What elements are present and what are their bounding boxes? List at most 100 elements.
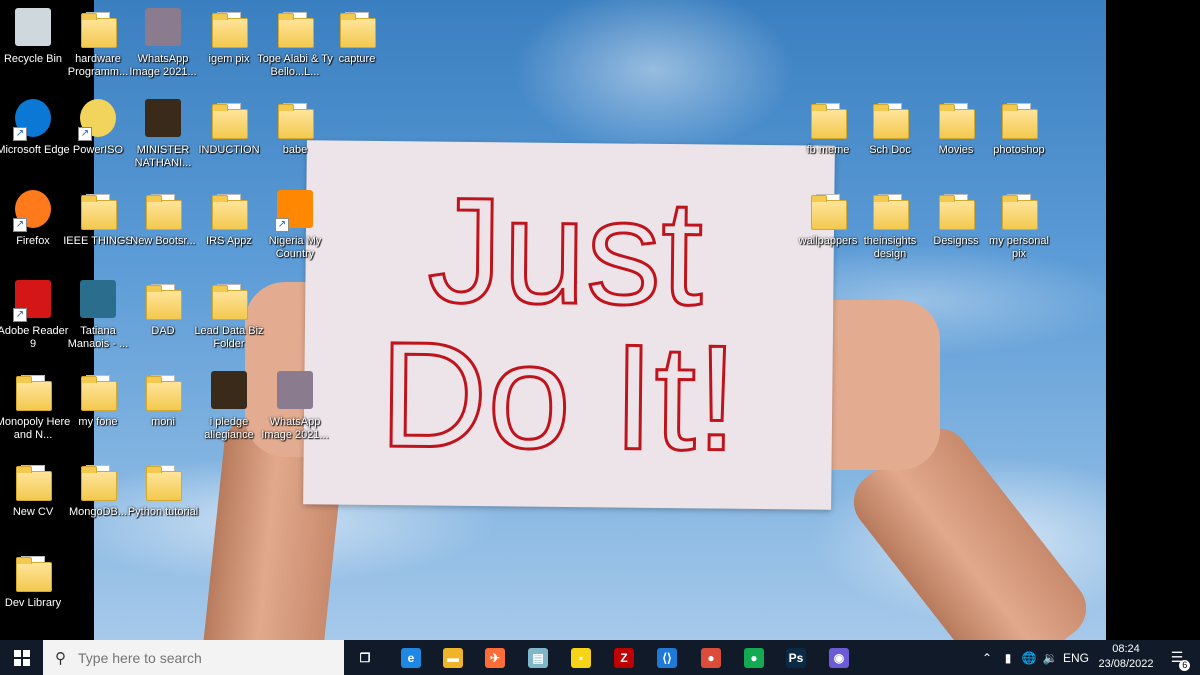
taskbar-app-notepad[interactable]: ▤ <box>517 640 559 675</box>
desktop-icon[interactable]: igem pix <box>191 6 267 66</box>
folder-icon <box>141 459 185 503</box>
taskbar-app-vscode[interactable]: ⟨⟩ <box>646 640 688 675</box>
taskbar-app-postman[interactable]: ✈ <box>474 640 516 675</box>
desktop-icon-label: babe <box>282 144 308 156</box>
app-circle-icon: ◉ <box>829 647 849 668</box>
desktop-icon[interactable]: photoshop <box>981 97 1057 157</box>
shortcut-arrow-icon: ↗ <box>13 218 27 232</box>
taskbar: ⚲ ❐ e ▬ ✈ ▤ ▪ Z ⟨⟩ ● ● Ps ◉ ⌃ ▮ 🌐 🔉 ENG 08:24 23/08… <box>0 640 1200 675</box>
filezilla-icon: Z <box>614 647 634 668</box>
folder-icon <box>273 97 317 141</box>
folder-icon <box>335 6 379 50</box>
video-file-icon <box>141 97 185 141</box>
recycle-bin-icon <box>11 6 55 50</box>
windows-logo-icon <box>13 649 30 666</box>
folder-icon <box>934 188 978 232</box>
desktop-icon[interactable]: ↗ Nigeria My Country <box>257 188 333 261</box>
desktop-icon[interactable]: DAD <box>125 278 201 338</box>
desktop-icon-label: Nigeria My Country <box>268 235 322 260</box>
folder-icon <box>868 97 912 141</box>
desktop-icon-label: WhatsApp Image 2021... <box>261 416 329 441</box>
taskbar-app-sticky-notes[interactable]: ▪ <box>560 640 602 675</box>
folder-icon <box>207 6 251 50</box>
image-file-icon <box>141 6 185 50</box>
desktop-icon-label: Dev Library <box>4 597 62 609</box>
folder-icon <box>207 188 251 232</box>
taskbar-app-photoshop[interactable]: Ps <box>775 640 817 675</box>
poweriso-icon: ↗ <box>76 97 120 141</box>
desktop-icon[interactable]: capture <box>319 6 395 66</box>
folder-icon <box>997 97 1041 141</box>
desktop-icon[interactable]: WhatsApp Image 2021... <box>257 369 333 442</box>
desktop-icon-label: moni <box>151 416 175 428</box>
desktop-icon[interactable]: Lead Data Biz Folder <box>191 278 267 351</box>
desktop-icon[interactable]: Dev Library <box>0 550 71 610</box>
firefox-icon: ↗ <box>11 188 55 232</box>
folder-icon <box>934 97 978 141</box>
action-center-button[interactable]: ☰ 6 <box>1162 640 1192 675</box>
desktop: Just Do It! Recycle Bin hardware Programm… <box>0 0 1200 640</box>
taskbar-app-chrome[interactable]: ● <box>690 640 732 675</box>
desktop-icon[interactable]: i pledge allegiance <box>191 369 267 442</box>
folder-icon <box>76 459 120 503</box>
folder-icon <box>76 188 120 232</box>
edge-icon: e <box>401 647 421 668</box>
network-icon[interactable]: 🌐 <box>1019 640 1039 675</box>
folder-icon <box>141 278 185 322</box>
folder-icon <box>207 97 251 141</box>
desktop-icon[interactable]: moni <box>125 369 201 429</box>
chrome-icon: ● <box>701 647 721 668</box>
music-file-icon <box>76 278 120 322</box>
image-file-icon <box>273 369 317 413</box>
desktop-icon[interactable]: Sch Doc <box>852 97 928 157</box>
sticky-notes-icon: ▪ <box>571 647 591 668</box>
folder-icon <box>11 369 55 413</box>
language-indicator[interactable]: ENG <box>1062 640 1090 675</box>
taskbar-app-edge[interactable]: e <box>390 640 432 675</box>
folder-icon <box>141 369 185 413</box>
start-button[interactable] <box>0 640 43 675</box>
sign-line-2: Do It! <box>378 310 738 482</box>
desktop-icon[interactable]: New Bootsr... <box>125 188 201 248</box>
shortcut-arrow-icon: ↗ <box>275 218 289 232</box>
folder-icon <box>141 188 185 232</box>
taskbar-app-task-view[interactable]: ❐ <box>344 640 386 675</box>
notepad-icon: ▤ <box>528 647 548 668</box>
battery-icon[interactable]: ▮ <box>998 640 1018 675</box>
desktop-icon[interactable]: babe <box>257 97 333 157</box>
notification-count: 6 <box>1179 660 1191 671</box>
desktop-icon[interactable]: my personal pix <box>981 188 1057 261</box>
taskbar-app-filezilla[interactable]: Z <box>603 640 645 675</box>
video-file-icon <box>207 369 251 413</box>
desktop-icon-label: i pledge allegiance <box>204 416 254 441</box>
folder-icon <box>76 6 120 50</box>
desktop-icon[interactable]: INDUCTION <box>191 97 267 157</box>
taskbar-app-mongodb-compass[interactable]: ● <box>733 640 775 675</box>
desktop-icon[interactable]: MINISTER NATHANI... <box>125 97 201 170</box>
desktop-icon-label: MINISTER NATHANI... <box>134 144 192 169</box>
mongodb-compass-icon: ● <box>744 647 764 668</box>
desktop-icon-label: photoshop <box>993 144 1045 156</box>
show-hidden-icons-button[interactable]: ⌃ <box>978 640 996 675</box>
shortcut-arrow-icon: ↗ <box>13 308 27 322</box>
volume-icon[interactable]: 🔉 <box>1040 640 1060 675</box>
taskbar-app-file-explorer[interactable]: ▬ <box>432 640 474 675</box>
folder-icon <box>806 188 850 232</box>
clock[interactable]: 08:24 23/08/2022 <box>1090 642 1162 672</box>
taskbar-app-app-circle[interactable]: ◉ <box>818 640 860 675</box>
desktop-icon[interactable]: IRS Appz <box>191 188 267 248</box>
desktop-icon-label: IRS Appz <box>206 235 252 247</box>
just-do-it-sign: Just Do It! <box>303 140 835 510</box>
desktop-icon[interactable]: WhatsApp Image 2021... <box>125 6 201 79</box>
desktop-icon[interactable]: Python tutorial <box>125 459 201 519</box>
desktop-icon-label: Sch Doc <box>869 144 911 156</box>
notification-icon: ☰ 6 <box>1171 649 1191 671</box>
desktop-icon-label: igem pix <box>208 53 250 65</box>
folder-icon <box>273 6 317 50</box>
taskbar-search-box[interactable]: ⚲ <box>43 640 344 675</box>
folder-icon <box>997 188 1041 232</box>
vlc-icon: ↗ <box>273 188 317 232</box>
desktop-icon-label: my personal pix <box>989 235 1049 260</box>
desktop-icon[interactable]: theinsights design <box>852 188 928 261</box>
search-input[interactable] <box>76 648 320 667</box>
